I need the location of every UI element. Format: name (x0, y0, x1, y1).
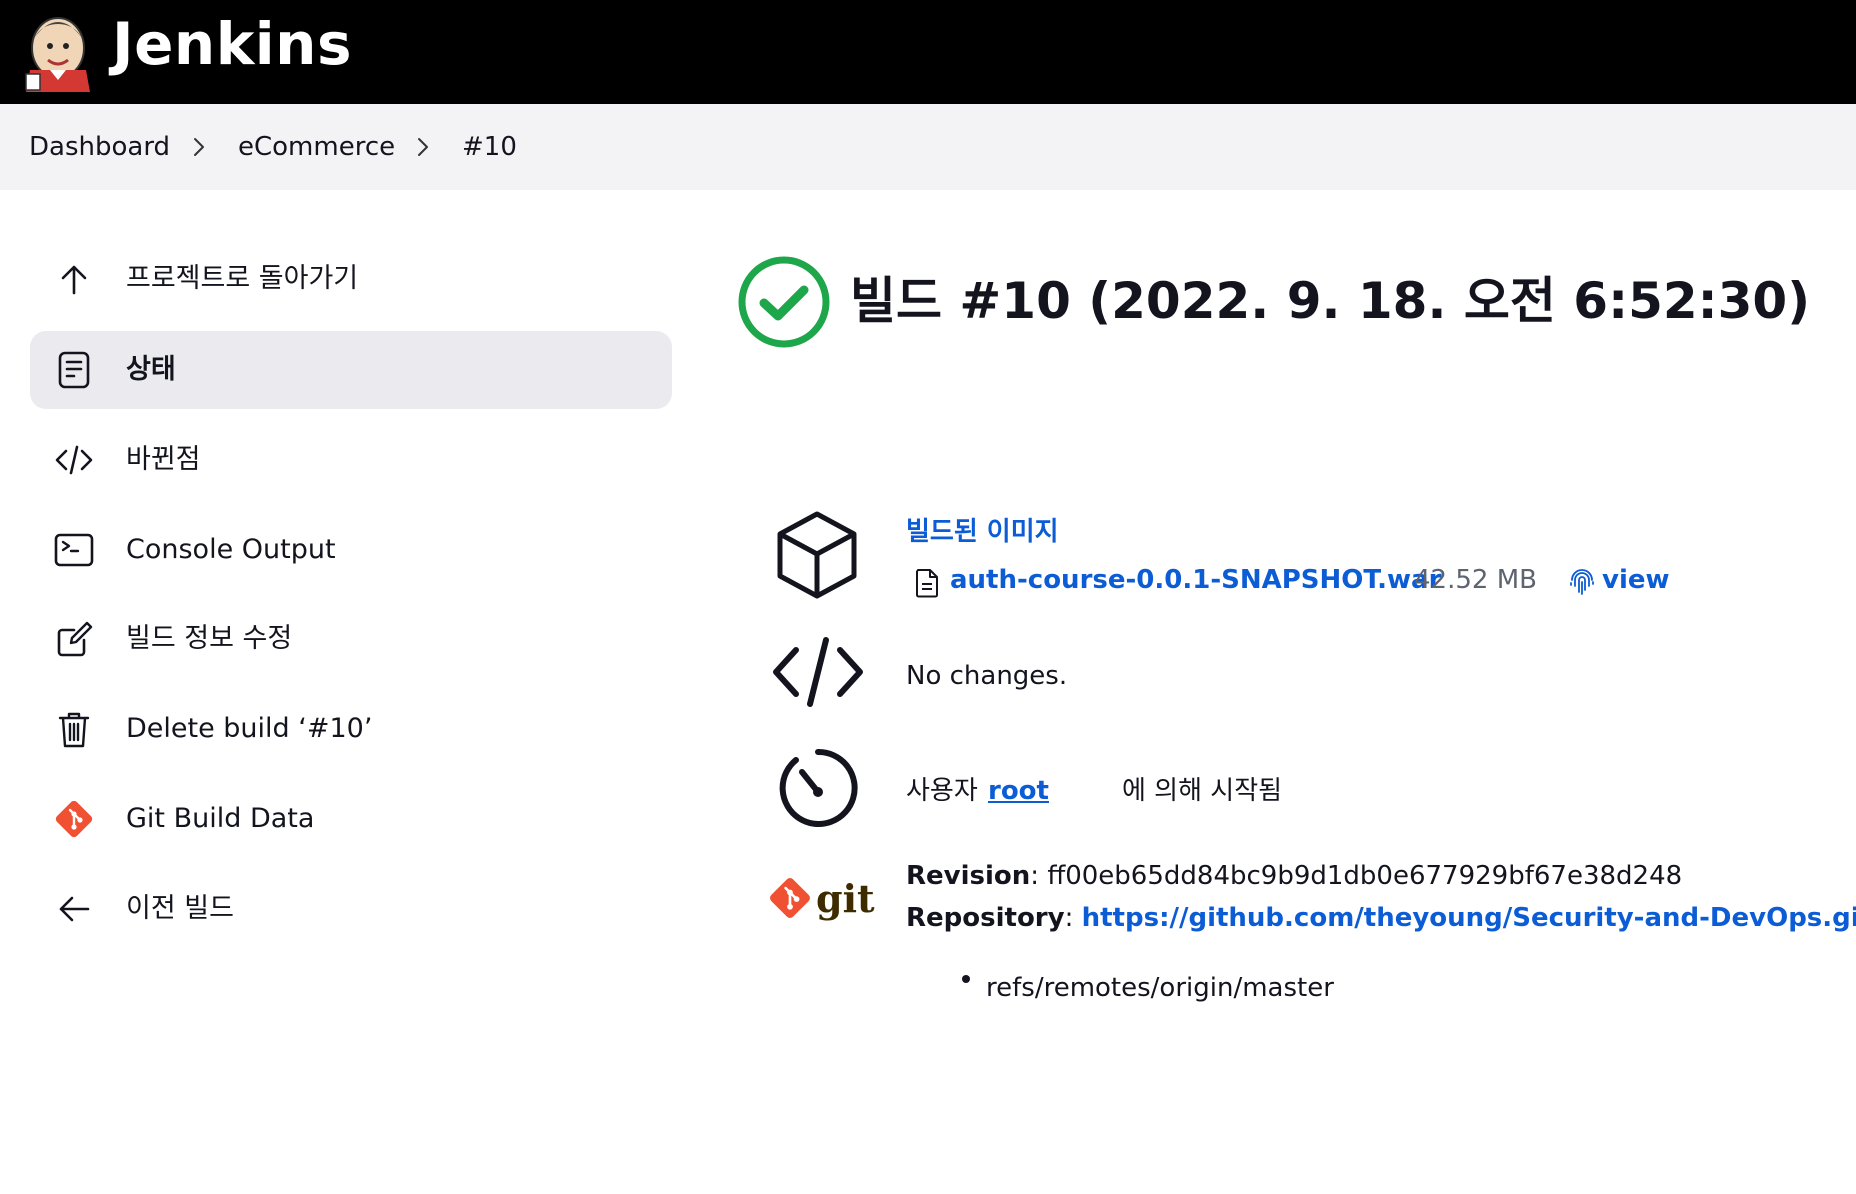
sidebar-item-label: 프로젝트로 돌아가기 (126, 263, 359, 294)
sidebar-item-label: 이전 빌드 (126, 893, 234, 924)
edit-icon (57, 621, 93, 657)
arrow-up-icon (61, 265, 87, 295)
artifact-file-link[interactable]: auth-course-0.0.1-SNAPSHOT.war (950, 562, 1441, 598)
sidebar-item-label: 상태 (126, 354, 176, 385)
started-by-user-link[interactable]: root (988, 773, 1049, 809)
fingerprint-icon (1570, 569, 1594, 595)
chevron-right-icon (418, 138, 428, 156)
sidebar-item-git-build-data[interactable]: Git Build Data (30, 780, 672, 858)
repository-colon: : (1064, 903, 1082, 933)
breadcrumb-build-10[interactable]: #10 (462, 131, 517, 163)
started-by-prefix: 사용자 (906, 776, 978, 806)
git-logo-text: git (816, 876, 875, 921)
revision-hash: ff00eb65dd84bc9b9d1db0e677929bf67e38d248 (1047, 861, 1683, 891)
sidebar-item-back-to-project[interactable]: 프로젝트로 돌아가기 (30, 240, 672, 318)
terminal-icon (54, 533, 94, 567)
sidebar-item-label: 빌드 정보 수정 (126, 623, 293, 654)
sidebar-item-label: Delete build ‘#10’ (126, 713, 373, 744)
sidebar-item-label: Console Output (126, 534, 336, 565)
list-bullet (962, 975, 970, 983)
arrow-left-icon (59, 896, 90, 922)
success-check-icon (738, 256, 830, 348)
timer-icon (779, 748, 858, 827)
git-logo-icon (770, 878, 810, 918)
sidebar-item-console-output[interactable]: Console Output (30, 511, 672, 589)
sidebar-item-label: 바뀐점 (126, 444, 201, 475)
trash-icon (58, 712, 90, 748)
breadcrumb-ecommerce[interactable]: eCommerce (238, 131, 395, 163)
started-by-suffix: 에 의해 시작됨 (1122, 776, 1283, 806)
sidebar-item-edit-build-info[interactable]: 빌드 정보 수정 (30, 600, 672, 678)
document-icon (58, 351, 90, 389)
repository-label: Repository (906, 903, 1065, 933)
top-header: Jenkins (0, 0, 1856, 104)
file-icon (916, 569, 938, 598)
revision-label: Revision (906, 861, 1031, 891)
chevron-right-icon (194, 138, 204, 156)
artifacts-heading-link[interactable]: 빌드된 이미지 (906, 514, 1059, 550)
sidebar-item-label: Git Build Data (126, 803, 315, 834)
no-changes-text: No changes. (906, 661, 1068, 691)
repository-link[interactable]: https://github.com/theyoung/Security-and… (1082, 903, 1856, 933)
git-revision: Revision: ff00eb65dd84bc9b9d1db0e677929b… (906, 858, 1682, 894)
revision-colon: : (1030, 861, 1048, 891)
artifact-view-link[interactable]: view (1602, 562, 1670, 598)
sidebar-item-status[interactable]: 상태 (30, 331, 672, 409)
sidebar-item-changes[interactable]: 바뀐점 (30, 421, 672, 499)
code-icon (773, 637, 863, 707)
sidebar-item-previous-build[interactable]: 이전 빌드 (30, 870, 672, 948)
breadcrumb-dashboard[interactable]: Dashboard (29, 131, 170, 163)
git-repository: Repository: https://github.com/theyoung/… (906, 900, 1856, 936)
branch-list-item: refs/remotes/origin/master (986, 973, 1334, 1003)
code-icon (55, 445, 93, 475)
sidebar-item-delete-build[interactable]: Delete build ‘#10’ (30, 690, 672, 768)
app-title[interactable]: Jenkins (112, 8, 352, 80)
package-box-icon (777, 511, 857, 599)
artifact-file-size: 42.52 MB (1414, 565, 1537, 595)
jenkins-logo-icon[interactable] (24, 8, 94, 92)
git-icon (55, 800, 93, 838)
breadcrumb: Dashboard eCommerce #10 (0, 104, 1856, 190)
page-title: 빌드 #10 (2022. 9. 18. 오전 6:52:30) (850, 272, 1811, 330)
